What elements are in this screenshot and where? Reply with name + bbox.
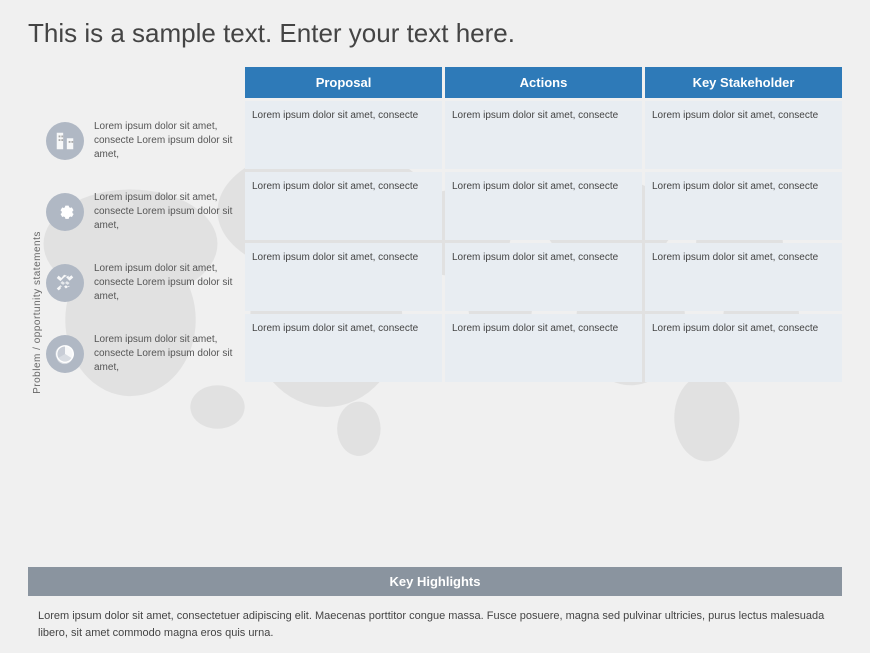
- vertical-label-wrap: Problem / opportunity statements: [28, 67, 46, 557]
- cell-proposal-1: Lorem ipsum dolor sit amet, consecte: [245, 172, 442, 240]
- cell-proposal-2: Lorem ipsum dolor sit amet, consecte: [245, 243, 442, 311]
- header-stakeholder: Key Stakeholder: [645, 67, 842, 98]
- cell-proposal-0: Lorem ipsum dolor sit amet, consecte: [245, 101, 442, 169]
- row-item-3: Lorem ipsum dolor sit amet, consecte Lor…: [46, 320, 241, 388]
- row-icon-gear: [46, 193, 84, 231]
- main-title: This is a sample text. Enter your text h…: [28, 18, 842, 49]
- problem-text-0: Lorem ipsum dolor sit amet, consecte Lor…: [90, 112, 241, 170]
- row-icon-handshake: [46, 264, 84, 302]
- cell-stakeholder-2: Lorem ipsum dolor sit amet, consecte: [645, 243, 842, 311]
- cell-stakeholder-1: Lorem ipsum dolor sit amet, consecte: [645, 172, 842, 240]
- row-icon-building: [46, 122, 84, 160]
- table-row-3: Lorem ipsum dolor sit amet, consecteLore…: [245, 314, 842, 382]
- cell-actions-3: Lorem ipsum dolor sit amet, consecte: [445, 314, 642, 382]
- table-header: Proposal Actions Key Stakeholder: [245, 67, 842, 98]
- table-row-1: Lorem ipsum dolor sit amet, consecteLore…: [245, 172, 842, 240]
- table-body: Lorem ipsum dolor sit amet, consecteLore…: [245, 101, 842, 382]
- vertical-label: Problem / opportunity statements: [32, 231, 43, 394]
- cell-stakeholder-0: Lorem ipsum dolor sit amet, consecte: [645, 101, 842, 169]
- key-highlights-bar: Key Highlights: [28, 567, 842, 596]
- highlights-text: Lorem ipsum dolor sit amet, consectetuer…: [28, 596, 842, 653]
- header-proposal: Proposal: [245, 67, 442, 98]
- row-item-0: Lorem ipsum dolor sit amet, consecte Lor…: [46, 107, 241, 175]
- header-actions: Actions: [445, 67, 642, 98]
- row-item-1: Lorem ipsum dolor sit amet, consecte Lor…: [46, 178, 241, 246]
- bottom-section: Key Highlights Lorem ipsum dolor sit ame…: [28, 567, 842, 653]
- problem-text-3: Lorem ipsum dolor sit amet, consecte Lor…: [90, 325, 241, 383]
- table-row-2: Lorem ipsum dolor sit amet, consecteLore…: [245, 243, 842, 311]
- cell-actions-2: Lorem ipsum dolor sit amet, consecte: [445, 243, 642, 311]
- table-row-0: Lorem ipsum dolor sit amet, consecteLore…: [245, 101, 842, 169]
- row-item-2: Lorem ipsum dolor sit amet, consecte Lor…: [46, 249, 241, 317]
- problem-text-2: Lorem ipsum dolor sit amet, consecte Lor…: [90, 254, 241, 312]
- cell-actions-0: Lorem ipsum dolor sit amet, consecte: [445, 101, 642, 169]
- row-icon-chart: [46, 335, 84, 373]
- problem-text-1: Lorem ipsum dolor sit amet, consecte Lor…: [90, 183, 241, 241]
- cell-stakeholder-3: Lorem ipsum dolor sit amet, consecte: [645, 314, 842, 382]
- cell-actions-1: Lorem ipsum dolor sit amet, consecte: [445, 172, 642, 240]
- cell-proposal-3: Lorem ipsum dolor sit amet, consecte: [245, 314, 442, 382]
